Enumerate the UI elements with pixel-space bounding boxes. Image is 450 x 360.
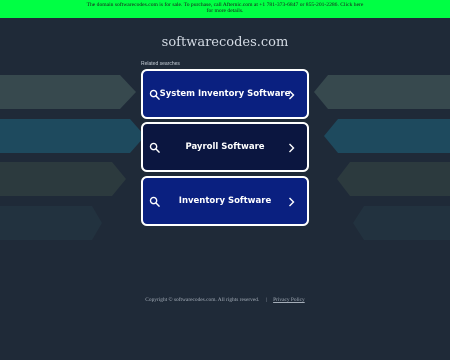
copyright-text: Copyright © softwarecodes.com. All right… xyxy=(145,297,260,303)
related-search-inventory-software[interactable]: Inventory Software xyxy=(141,176,309,226)
related-search-label: Inventory Software xyxy=(178,196,272,206)
related-search-label: Payroll Software xyxy=(185,142,265,152)
decorative-arrows-right xyxy=(314,75,450,240)
related-search-label: System Inventory Software xyxy=(159,89,291,99)
footer-separator: | xyxy=(265,297,267,303)
for-sale-banner[interactable]: The domain softwarecodes.com is for sale… xyxy=(0,0,450,18)
banner-text-line-2[interactable]: for more details. xyxy=(0,8,450,14)
site-title: softwarecodes.com xyxy=(161,35,289,50)
decorative-arrows-left xyxy=(0,75,145,240)
footer: Copyright © softwarecodes.com. All right… xyxy=(0,297,450,303)
related-searches-heading: Related searches xyxy=(141,61,180,67)
privacy-policy-link[interactable]: Privacy Policy xyxy=(273,297,305,303)
chevron-right-icon xyxy=(289,90,295,100)
related-search-payroll-software[interactable]: Payroll Software xyxy=(141,122,309,172)
chevron-right-icon xyxy=(289,197,295,207)
related-search-system-inventory-software[interactable]: System Inventory Software xyxy=(141,69,309,119)
chevron-right-icon xyxy=(289,143,295,153)
